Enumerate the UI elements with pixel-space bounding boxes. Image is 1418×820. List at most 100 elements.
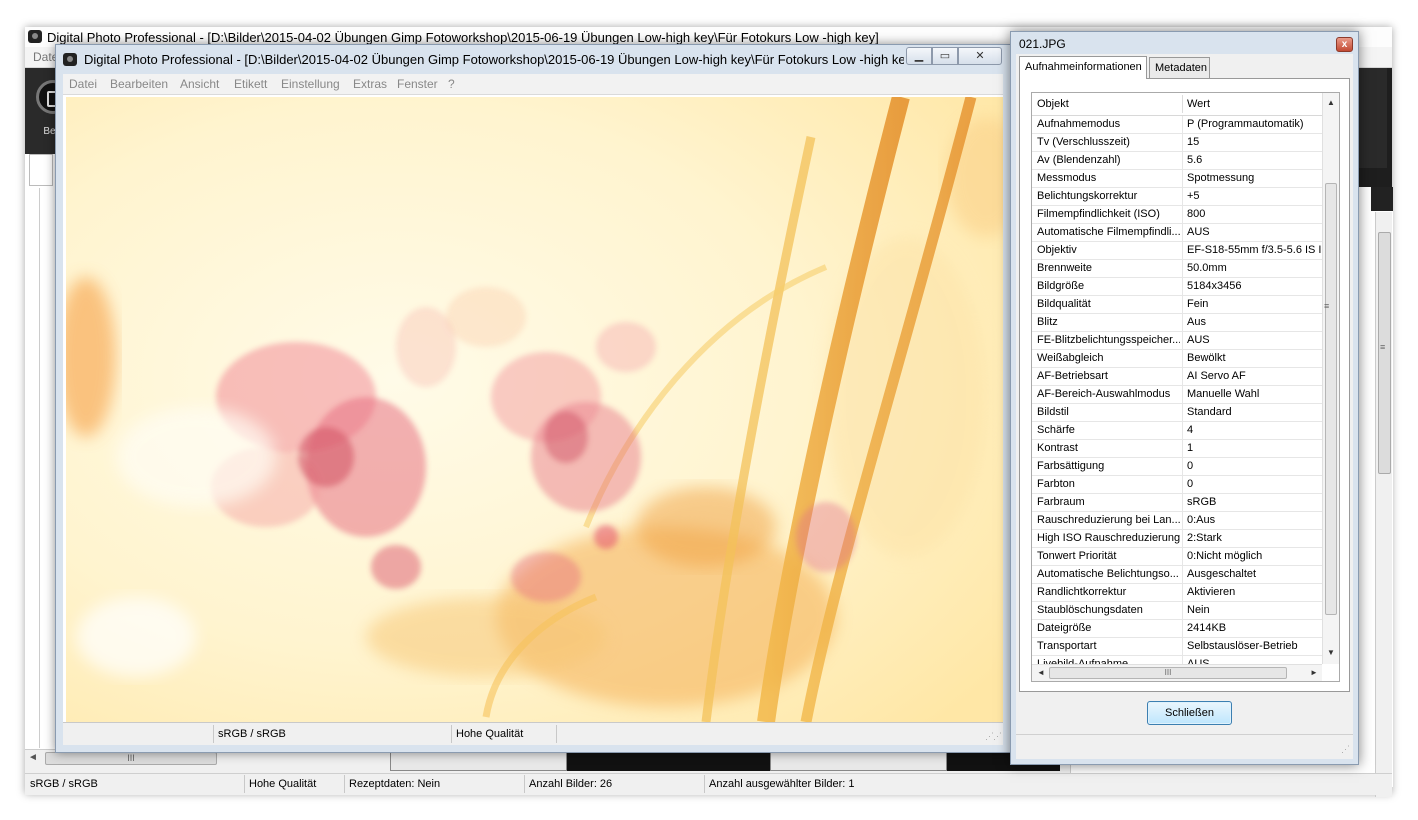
scroll-up-arrow-icon[interactable]: ▲ — [1327, 98, 1335, 107]
table-row[interactable]: Bildgröße 5184x3456 — [1032, 278, 1322, 296]
minimize-button[interactable]: ▁ — [906, 47, 932, 65]
column-divider — [1182, 566, 1183, 583]
row-value: Manuelle Wahl — [1187, 388, 1260, 400]
main-vscrollbar[interactable]: ≡ — [1375, 212, 1392, 797]
row-value: 50.0mm — [1187, 262, 1227, 274]
scroll-down-arrow-icon[interactable]: ▼ — [1327, 648, 1335, 657]
row-key: Belichtungskorrektur — [1037, 190, 1138, 202]
table-header: Objekt Wert — [1032, 93, 1322, 116]
table-row[interactable]: Tonwert Priorität 0:Nicht möglich — [1032, 548, 1322, 566]
table-row[interactable]: Automatische Belichtungso... Ausgeschalte… — [1032, 566, 1322, 584]
row-value: Standard — [1187, 406, 1232, 418]
viewer-menubar: Datei Bearbeiten Ansicht Etikett Einstel… — [63, 74, 1003, 95]
row-value: 15 — [1187, 136, 1200, 148]
close-dialog-button[interactable]: x — [1336, 37, 1353, 52]
table-row[interactable]: AF-Bereich-Auswahlmodus Manuelle Wahl — [1032, 386, 1322, 404]
table-row[interactable]: Farbsättigung 0 — [1032, 458, 1322, 476]
scroll-left-arrow-icon[interactable]: ◄ — [1037, 668, 1045, 677]
maximize-button[interactable]: ▭ — [932, 47, 958, 65]
scroll-left-arrow-icon[interactable]: ◄ — [28, 752, 38, 763]
table-row[interactable]: Tv (Verschlusszeit) 15 — [1032, 134, 1322, 152]
table-row[interactable]: Blitz Aus — [1032, 314, 1322, 332]
scroll-right-arrow-icon[interactable]: ► — [1310, 668, 1318, 677]
resize-grip-icon[interactable]: ⋰⋰ — [985, 731, 1002, 742]
table-row[interactable]: Kontrast 1 — [1032, 440, 1322, 458]
table-row[interactable]: Belichtungskorrektur +5 — [1032, 188, 1322, 206]
table-row[interactable]: Farbraum sRGB — [1032, 494, 1322, 512]
scroll-thumb[interactable] — [1378, 232, 1391, 474]
row-value: 5184x3456 — [1187, 280, 1242, 292]
table-row[interactable]: Farbton 0 — [1032, 476, 1322, 494]
row-key: Bildstil — [1037, 406, 1069, 418]
row-value: Nein — [1187, 604, 1210, 616]
table-row[interactable]: Brennweite 50.0mm — [1032, 260, 1322, 278]
row-key: Dateigröße — [1037, 622, 1092, 634]
scroll-thumb[interactable]: III — [45, 752, 217, 765]
schliessen-button[interactable]: Schließen — [1147, 701, 1232, 725]
column-divider — [1182, 404, 1183, 421]
close-icon: x — [1341, 39, 1348, 50]
image-viewer-window: Digital Photo Professional - [D:\Bilder\… — [55, 44, 1011, 753]
resize-grip-icon[interactable]: ⋰ — [1341, 744, 1350, 755]
table-hscrollbar[interactable]: ◄ III ► — [1032, 664, 1322, 681]
table-row[interactable]: Objektiv EF-S18-55mm f/3.5-5.6 IS II — [1032, 242, 1322, 260]
status-divider — [524, 775, 525, 793]
menu-bearbeiten[interactable]: Bearbeiten — [110, 77, 168, 91]
menu-help[interactable]: ? — [448, 77, 455, 91]
column-divider — [1182, 350, 1183, 367]
row-key: Schärfe — [1037, 424, 1075, 436]
image-canvas[interactable] — [63, 95, 1003, 722]
tab-metadaten[interactable]: Metadaten — [1149, 57, 1210, 78]
column-header-objekt[interactable]: Objekt — [1037, 98, 1069, 110]
table-row[interactable]: Aufnahmemodus P (Programmautomatik) — [1032, 116, 1322, 134]
status-quality: Hohe Qualität — [249, 778, 317, 790]
table-row[interactable]: High ISO Rauschreduzierung 2:Stark — [1032, 530, 1322, 548]
row-key: Farbsättigung — [1037, 460, 1105, 472]
column-header-wert[interactable]: Wert — [1187, 98, 1210, 110]
table-row[interactable]: Dateigröße 2414KB — [1032, 620, 1322, 638]
row-value: Aus — [1187, 316, 1206, 328]
dialog-body: Aufnahmeinformationen Metadaten Objekt W… — [1016, 54, 1353, 759]
menu-etikett[interactable]: Etikett — [234, 77, 267, 91]
main-statusbar: sRGB / sRGB Hohe Qualität Rezeptdaten: N… — [25, 773, 1392, 795]
table-row[interactable]: Randlichtkorrektur Aktivieren — [1032, 584, 1322, 602]
table-row[interactable]: Schärfe 4 — [1032, 422, 1322, 440]
table-row[interactable]: Filmempfindlichkeit (ISO) 800 — [1032, 206, 1322, 224]
table-row[interactable]: FE-Blitzbelichtungsspeicher... AUS — [1032, 332, 1322, 350]
menu-einstellung[interactable]: Einstellung — [281, 77, 340, 91]
scroll-thumb[interactable] — [1325, 183, 1337, 615]
table-vscrollbar[interactable]: ▲ ≡ ▼ — [1322, 93, 1339, 664]
table-row[interactable]: Automatische Filmempfindli... AUS — [1032, 224, 1322, 242]
table-row[interactable]: Bildqualität Fein — [1032, 296, 1322, 314]
table-row[interactable]: Bildstil Standard — [1032, 404, 1322, 422]
orchid-photo — [66, 97, 1003, 722]
tab-aufnahmeinformationen[interactable]: Aufnahmeinformationen — [1019, 56, 1147, 79]
dialog-divider — [1016, 734, 1353, 735]
table-row[interactable]: Messmodus Spotmessung — [1032, 170, 1322, 188]
column-divider — [1182, 512, 1183, 529]
table-row[interactable]: Weißabgleich Bewölkt — [1032, 350, 1322, 368]
column-divider — [1182, 152, 1183, 169]
column-divider — [1182, 95, 1183, 113]
menu-extras[interactable]: Extras — [353, 77, 387, 91]
table-row[interactable]: Transportart Selbstauslöser-Betrieb — [1032, 638, 1322, 656]
table-row[interactable]: Staublöschungsdaten Nein — [1032, 602, 1322, 620]
table-row[interactable]: Rauschreduzierung bei Lan... 0:Aus — [1032, 512, 1322, 530]
menu-datei[interactable]: Datei — [69, 77, 97, 91]
menu-fenster[interactable]: Fenster — [397, 77, 438, 91]
table-row[interactable]: AF-Betriebsart AI Servo AF — [1032, 368, 1322, 386]
row-key: Blitz — [1037, 316, 1058, 328]
column-divider — [1182, 206, 1183, 223]
row-key: Tv (Verschlusszeit) — [1037, 136, 1130, 148]
row-key: Av (Blendenzahl) — [1037, 154, 1121, 166]
row-value: 1 — [1187, 442, 1194, 454]
row-key: Tonwert Priorität — [1037, 550, 1117, 562]
close-window-button[interactable]: ✕ — [958, 47, 1002, 65]
thumbnail-cell[interactable] — [390, 751, 567, 771]
thumbnail-cell[interactable] — [770, 751, 947, 771]
scroll-thumb[interactable]: III — [1049, 667, 1287, 679]
row-key: Brennweite — [1037, 262, 1093, 274]
menu-ansicht[interactable]: Ansicht — [180, 77, 219, 91]
row-key: Objektiv — [1037, 244, 1077, 256]
table-row[interactable]: Av (Blendenzahl) 5.6 — [1032, 152, 1322, 170]
